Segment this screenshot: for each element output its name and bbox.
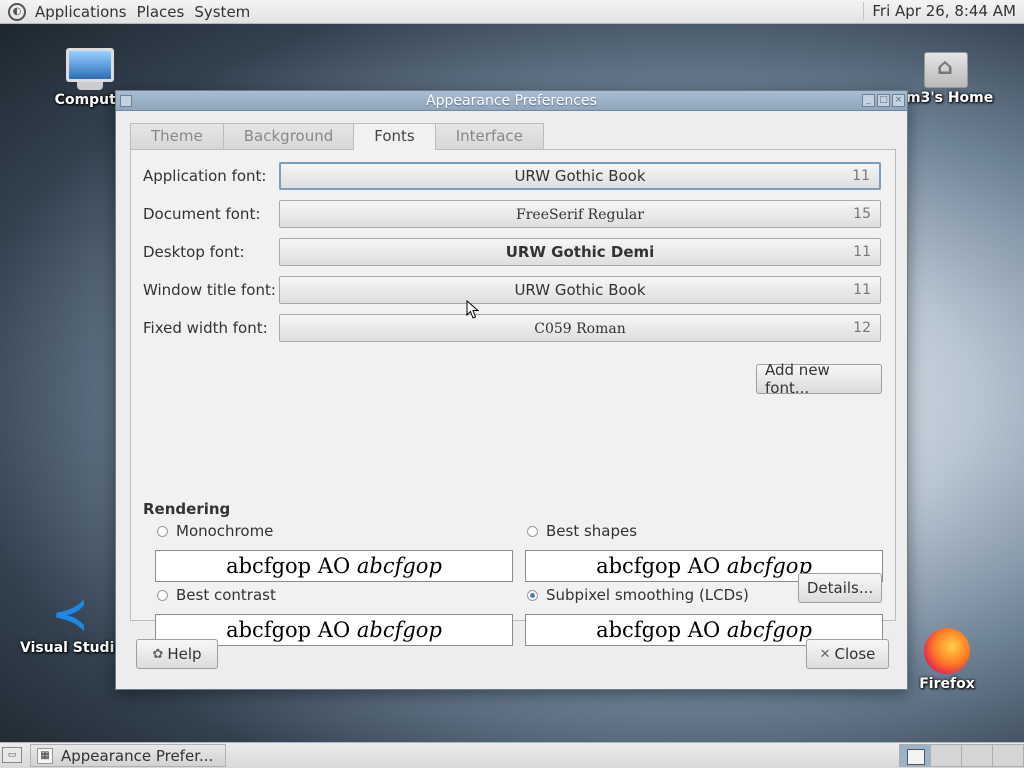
tab-theme[interactable]: Theme (130, 123, 224, 149)
vscode-icon: ≺ (51, 589, 89, 640)
radio-indicator-checked (527, 589, 538, 601)
workspace-3[interactable] (961, 744, 993, 767)
close-icon: ✕ (819, 646, 831, 662)
radio-label: Best shapes (546, 522, 638, 540)
close-window-button[interactable]: × (892, 94, 905, 107)
top-panel: ◐ Applications Places System Fri Apr 26,… (0, 0, 1024, 24)
sample-text-italic: abcfgop (356, 554, 442, 578)
font-size: 12 (853, 320, 871, 336)
rendering-section-title: Rendering (143, 500, 231, 518)
bottom-panel: ▭ ▦ Appearance Prefer... (0, 742, 1024, 768)
workspace-1[interactable] (899, 744, 931, 767)
font-name: URW Gothic Book (514, 281, 646, 299)
workspace-4[interactable] (992, 744, 1024, 767)
desktop-font-button[interactable]: URW Gothic Demi 11 (279, 238, 881, 266)
menu-system[interactable]: System (189, 3, 255, 21)
maximize-button[interactable]: □ (877, 94, 890, 107)
radio-subpixel-smoothing[interactable]: Subpixel smoothing (LCDs) (527, 586, 749, 604)
help-button[interactable]: ✿ Help (136, 639, 218, 669)
menu-places[interactable]: Places (132, 3, 190, 21)
desktop-icon-home[interactable]: m3's Home (906, 52, 994, 106)
radio-best-shapes[interactable]: Best shapes (527, 522, 637, 540)
workspace-2[interactable] (930, 744, 962, 767)
radio-label: Subpixel smoothing (LCDs) (546, 586, 749, 604)
distro-logo-icon[interactable]: ◐ (8, 2, 26, 21)
close-button[interactable]: ✕ Close (806, 639, 889, 669)
font-name: URW Gothic Book (514, 167, 646, 185)
workspace-switcher (899, 744, 1024, 767)
help-button-label: Help (167, 645, 202, 663)
font-label: Window title font: (143, 281, 276, 299)
radio-label: Best contrast (176, 586, 276, 604)
tab-background[interactable]: Background (222, 123, 355, 149)
sample-text: abcfgop AO (596, 618, 727, 642)
font-name: FreeSerif Regular (516, 207, 644, 223)
computer-icon-base (77, 82, 103, 90)
menu-applications[interactable]: Applications (30, 3, 132, 21)
appearance-preferences-dialog: Appearance Preferences _ □ × Theme Backg… (115, 90, 908, 690)
fixed-width-font-button[interactable]: C059 Roman 12 (279, 314, 881, 342)
font-row-window-title: Window title font: URW Gothic Book 11 (143, 276, 885, 306)
clock[interactable]: Fri Apr 26, 8:44 AM (863, 2, 1016, 20)
firefox-icon (924, 628, 970, 674)
desktop-icon-firefox[interactable]: Firefox (918, 628, 976, 692)
font-row-document: Document font: FreeSerif Regular 15 (143, 200, 885, 230)
tab-fonts[interactable]: Fonts (353, 123, 436, 150)
font-name: URW Gothic Demi (505, 243, 655, 261)
tab-bar: Theme Background Fonts Interface (130, 123, 544, 150)
font-row-desktop: Desktop font: URW Gothic Demi 11 (143, 238, 885, 268)
add-new-font-button[interactable]: Add new font... (756, 361, 882, 397)
font-label: Desktop font: (143, 243, 245, 261)
sample-text: abcfgop AO (596, 554, 727, 578)
font-label: Document font: (143, 205, 261, 223)
desktop-icon-label: m3's Home (906, 90, 994, 106)
sample-text-italic: abcfgop (356, 618, 442, 642)
font-label: Application font: (143, 167, 267, 185)
font-label: Fixed width font: (143, 319, 268, 337)
help-icon: ✿ (152, 646, 164, 662)
window-title: Appearance Preferences (426, 92, 597, 109)
minimize-button[interactable]: _ (862, 94, 875, 107)
font-name: C059 Roman (534, 321, 626, 337)
font-size: 11 (852, 168, 870, 184)
radio-indicator (527, 525, 538, 537)
font-size: 15 (853, 206, 871, 222)
window-title-font-button[interactable]: URW Gothic Book 11 (279, 276, 881, 304)
font-size: 11 (853, 244, 871, 260)
close-button-label: Close (834, 645, 876, 663)
sample-text: abcfgop AO (226, 554, 357, 578)
details-button[interactable]: Details... (798, 573, 882, 603)
window-menu-button[interactable] (120, 94, 132, 107)
home-folder-icon (924, 52, 968, 88)
radio-indicator (157, 589, 168, 601)
radio-best-contrast[interactable]: Best contrast (157, 586, 276, 604)
radio-monochrome[interactable]: Monochrome (157, 522, 273, 540)
font-row-application: Application font: URW Gothic Book 11 (143, 162, 885, 192)
desktop-icon-vscode[interactable]: ≺ Visual Studio (20, 589, 124, 657)
fonts-panel: Application font: URW Gothic Book 11 Doc… (130, 149, 896, 646)
radio-indicator (157, 525, 168, 537)
document-font-button[interactable]: FreeSerif Regular 15 (279, 200, 881, 228)
title-bar[interactable]: Appearance Preferences _ □ × (116, 91, 907, 111)
desktop-icon-label: Visual Studio (20, 640, 124, 656)
sample-monochrome[interactable]: abcfgop AO abcfgop (155, 550, 513, 582)
computer-icon (66, 48, 114, 82)
font-row-fixed-width: Fixed width font: C059 Roman 12 (143, 314, 885, 344)
desktop-icon-label: Firefox (919, 676, 975, 692)
sample-text: abcfgop AO (226, 618, 357, 642)
font-size: 11 (853, 282, 871, 298)
tab-interface[interactable]: Interface (434, 123, 544, 149)
show-desktop-icon[interactable]: ▭ (2, 747, 22, 763)
radio-label: Monochrome (176, 522, 274, 540)
taskbar-window-button[interactable]: ▦ Appearance Prefer... (30, 744, 226, 767)
sample-text-italic: abcfgop (726, 618, 812, 642)
application-font-button[interactable]: URW Gothic Book 11 (279, 162, 881, 190)
taskbar-window-label: Appearance Prefer... (61, 746, 214, 765)
appearance-app-icon: ▦ (37, 747, 53, 764)
